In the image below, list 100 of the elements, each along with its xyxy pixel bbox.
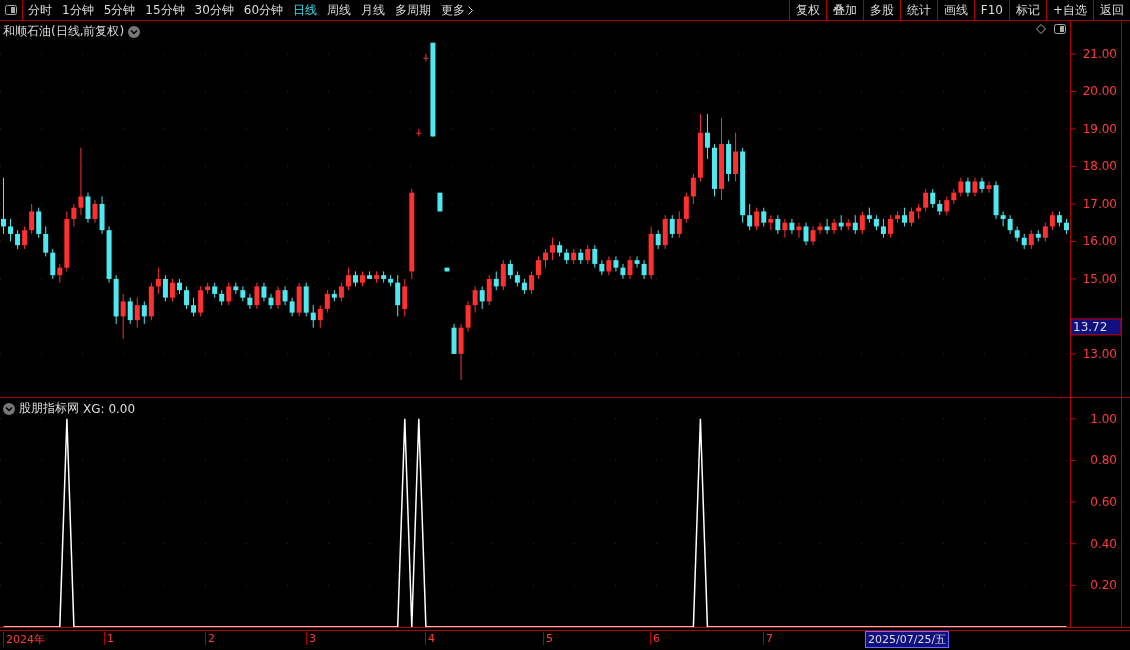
time-label: 5 <box>543 632 553 645</box>
axis-label: 15.00 <box>1082 271 1117 286</box>
time-label: 2 <box>205 632 215 645</box>
candlestick <box>191 297 197 317</box>
time-label: 1 <box>104 632 114 645</box>
candlestick <box>613 255 619 272</box>
candlestick <box>226 282 232 306</box>
candlestick <box>1007 214 1013 235</box>
candlestick <box>127 297 133 325</box>
toolbar-button[interactable]: 标记 <box>1008 0 1046 20</box>
candlestick <box>338 282 344 302</box>
candlestick <box>1049 210 1055 231</box>
period-tab[interactable]: 30分钟 <box>189 0 239 20</box>
candlestick <box>395 274 401 317</box>
candlestick <box>803 222 809 246</box>
candlestick <box>536 255 541 280</box>
candlestick <box>402 278 408 317</box>
candlestick <box>817 222 823 235</box>
toolbar-button[interactable]: 复权 <box>788 0 826 20</box>
period-tab[interactable]: 5分钟 <box>98 0 141 20</box>
candlestick <box>465 300 471 332</box>
candlestick <box>930 188 936 209</box>
candlestick <box>162 274 168 302</box>
candlestick <box>1028 229 1034 250</box>
time-label: 2024年 <box>3 632 45 647</box>
candlestick <box>634 255 640 269</box>
time-label: 3 <box>306 632 316 645</box>
candlestick <box>1042 222 1048 242</box>
candlestick <box>282 285 288 306</box>
candlestick <box>782 218 788 239</box>
time-label: 7 <box>763 632 773 645</box>
candlestick <box>585 244 591 265</box>
candlestick <box>169 278 175 302</box>
candlestick <box>690 173 696 205</box>
candlestick <box>324 289 330 314</box>
candlestick <box>880 218 886 239</box>
candlestick <box>669 214 675 239</box>
period-tab[interactable]: 多周期 <box>390 0 437 20</box>
toolbar-button[interactable]: 统计 <box>899 0 937 20</box>
candlestick <box>472 285 478 314</box>
candlestick <box>36 207 42 239</box>
candlestick <box>15 229 21 250</box>
period-tab[interactable]: 15分钟 <box>140 0 190 20</box>
candlestick <box>810 225 816 246</box>
period-tab[interactable]: 1分钟 <box>57 0 99 20</box>
period-tab[interactable]: 更多 <box>436 0 479 20</box>
candlestick <box>78 147 84 216</box>
axis-label: 21.00 <box>1082 47 1117 61</box>
period-tab[interactable]: 分时 <box>23 0 57 20</box>
axis-label: 18.00 <box>1082 159 1117 174</box>
candlestick <box>887 214 893 239</box>
axis-label: 20.00 <box>1082 84 1117 99</box>
candlestick <box>479 285 485 310</box>
period-tab[interactable]: 月线 <box>356 0 391 20</box>
period-tab[interactable]: 60分钟 <box>238 0 289 20</box>
candlestick <box>775 214 781 235</box>
candlestick <box>155 267 161 295</box>
candlestick <box>43 225 49 257</box>
panel-toggle-icon[interactable] <box>5 5 17 15</box>
candlestick <box>57 263 63 284</box>
diamond-icon[interactable] <box>1036 24 1046 34</box>
axis-label: 0.40 <box>1090 536 1117 551</box>
toolbar-button[interactable]: 多股 <box>862 0 900 20</box>
candlestick <box>528 270 534 295</box>
candlestick <box>543 248 549 269</box>
candlestick <box>29 203 35 235</box>
candlestick <box>1 177 6 235</box>
candlestick <box>761 207 767 227</box>
candlestick <box>592 244 598 269</box>
candlestick <box>120 293 126 340</box>
candlestick <box>550 237 556 261</box>
candlestick <box>500 259 506 291</box>
toolbar-button[interactable]: F10 <box>973 0 1009 20</box>
chevron-down-icon[interactable] <box>3 402 15 415</box>
chevron-down-icon[interactable] <box>128 25 141 38</box>
candlestick <box>859 210 865 235</box>
candlestick <box>134 297 140 329</box>
candlestick <box>979 177 985 194</box>
axis-label: 19.00 <box>1082 121 1117 136</box>
candlestick <box>345 267 351 291</box>
candlestick <box>683 192 689 224</box>
toolbar-button[interactable]: 返回 <box>1093 0 1130 20</box>
toolbar-button[interactable]: 画线 <box>936 0 974 20</box>
candlestick <box>310 304 316 329</box>
price-tag: 13.72 <box>1070 318 1121 336</box>
candlestick <box>655 229 661 250</box>
axis-label: 0.20 <box>1090 578 1117 593</box>
candlestick <box>824 218 830 235</box>
candlestick <box>8 218 14 242</box>
chart-title: 和顺石油(日线,前复权) <box>3 23 125 40</box>
candlestick <box>923 188 929 212</box>
period-tab[interactable]: 日线 <box>288 0 323 20</box>
period-tab[interactable]: 周线 <box>322 0 357 20</box>
candlestick <box>902 207 908 227</box>
toolbar-button[interactable]: 叠加 <box>825 0 863 20</box>
candlestick <box>486 274 492 306</box>
panel-toggle-icon[interactable] <box>1054 24 1066 34</box>
axis-label: 16.00 <box>1082 234 1117 249</box>
candlestick <box>50 248 56 280</box>
toolbar-button[interactable]: +自选 <box>1045 0 1093 20</box>
